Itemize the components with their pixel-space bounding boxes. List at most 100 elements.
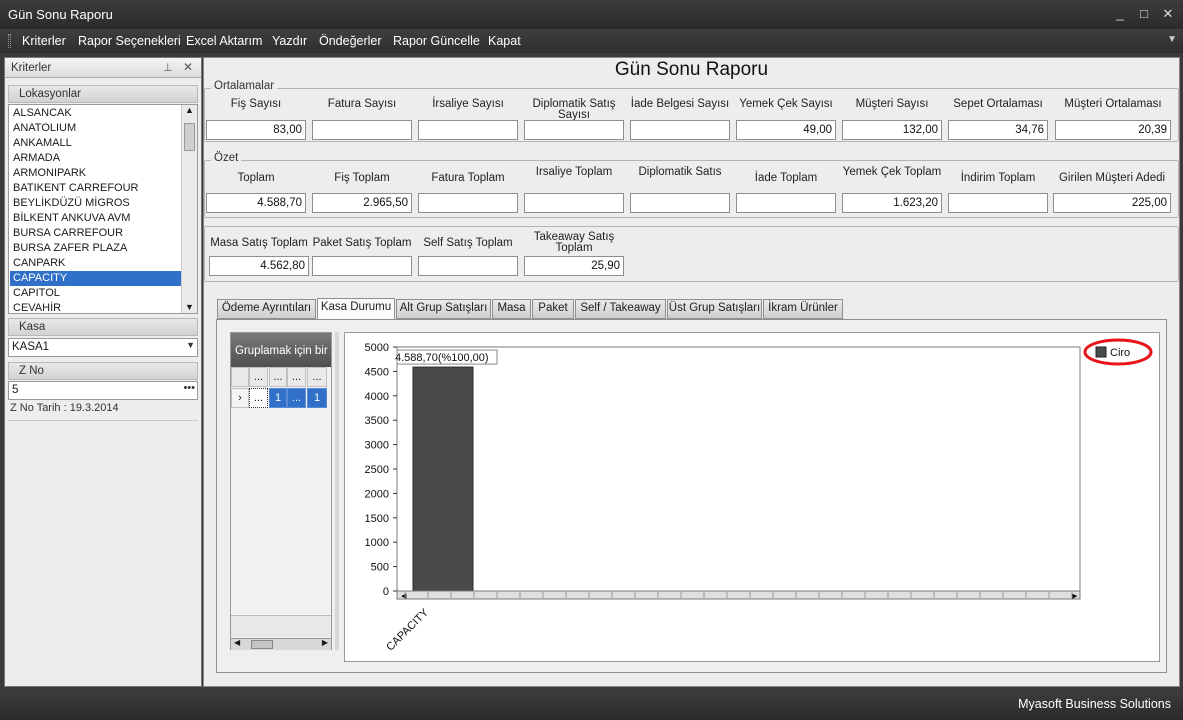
- scroll-left-icon[interactable]: ◀: [234, 638, 240, 647]
- location-item[interactable]: ALSANCAK: [11, 106, 183, 121]
- ellipsis-button[interactable]: •••: [183, 382, 195, 394]
- field-value-box[interactable]: [418, 193, 518, 213]
- location-item[interactable]: BEYLİKDÜZÜ MİGROS: [11, 196, 183, 211]
- chevron-down-icon[interactable]: ▼: [1167, 34, 1177, 45]
- field-value-box[interactable]: [312, 120, 412, 140]
- scroll-thumb[interactable]: [184, 123, 195, 151]
- tab-0[interactable]: Ödeme Ayrıntıları: [217, 299, 316, 319]
- locations-scrollbar[interactable]: ▲ ▼: [181, 105, 197, 313]
- tab-content-kasa-durumu: Gruplamak için bir s ............ ›... 1.…: [216, 319, 1167, 673]
- zno-field[interactable]: 5 •••: [8, 381, 198, 400]
- plot-area: [396, 346, 1081, 592]
- field-value-box[interactable]: 20,39: [1055, 120, 1171, 140]
- grid-cell[interactable]: 1: [307, 388, 327, 408]
- menu-item-2[interactable]: Excel Aktarım: [186, 34, 262, 48]
- location-item[interactable]: CEVAHİR: [11, 301, 183, 313]
- location-item[interactable]: CAPACITY: [10, 271, 185, 286]
- location-item[interactable]: ANKAMALL: [11, 136, 183, 151]
- grid-hscrollbar[interactable]: ◀ ▶: [231, 638, 331, 650]
- field-value-box[interactable]: 2.965,50: [312, 193, 412, 213]
- field-value-box[interactable]: 4.562,80: [209, 256, 309, 276]
- location-item[interactable]: ARMADA: [11, 151, 183, 166]
- field-value-box[interactable]: 25,90: [524, 256, 624, 276]
- data-grid[interactable]: Gruplamak için bir s ............ ›... 1.…: [230, 332, 332, 650]
- scroll-right-icon[interactable]: ▶: [322, 638, 328, 647]
- menu-item-1[interactable]: Rapor Seçenekleri: [78, 34, 181, 48]
- menu-item-5[interactable]: Rapor Güncelle: [393, 34, 480, 48]
- grid-cell[interactable]: ...: [249, 388, 268, 408]
- grid-column-header[interactable]: ...: [269, 367, 287, 387]
- tab-1[interactable]: Kasa Durumu: [317, 298, 395, 320]
- location-item[interactable]: CAPITOL: [11, 286, 183, 301]
- field-label: Self Satış Toplam: [423, 237, 513, 249]
- close-button[interactable]: ✕: [1159, 6, 1177, 22]
- field-label: Toplam: [237, 172, 275, 184]
- field-value-box[interactable]: 1.623,20: [842, 193, 942, 213]
- field-value-box[interactable]: 225,00: [1053, 193, 1171, 213]
- field-value-box[interactable]: 4.588,70: [206, 193, 306, 213]
- scroll-up-icon[interactable]: ▲: [185, 105, 194, 115]
- scroll-down-icon[interactable]: ▼: [185, 302, 194, 312]
- grid-cell[interactable]: ...: [287, 388, 306, 408]
- field-value-box[interactable]: 34,76: [948, 120, 1048, 140]
- field-value-box[interactable]: 132,00: [842, 120, 942, 140]
- grid-scroll-thumb[interactable]: [251, 640, 273, 649]
- field-value-box[interactable]: 83,00: [206, 120, 306, 140]
- bar-data-label: 4.588,70(%100,00): [395, 352, 489, 364]
- ortalamalar-group: Ortalamalar Fiş Sayısı 83,00 Fatura Sayısı…: [204, 80, 1179, 142]
- tab-2[interactable]: Alt Grup Satışları: [396, 299, 491, 319]
- tab-5[interactable]: Self / Takeaway: [575, 299, 666, 319]
- field-value-box[interactable]: [630, 193, 730, 213]
- menu-item-4[interactable]: Öndeğerler: [319, 34, 382, 48]
- status-text: Myasoft Business Solutions: [1018, 697, 1171, 711]
- menu-item-0[interactable]: Kriterler: [22, 34, 66, 48]
- location-item[interactable]: ARMONIPARK: [11, 166, 183, 181]
- field-label: İade Belgesi Sayısı: [630, 98, 730, 110]
- grid-column-header[interactable]: ...: [307, 367, 327, 387]
- grid-column-header[interactable]: ...: [249, 367, 268, 387]
- grid-column-header[interactable]: ...: [287, 367, 306, 387]
- tab-3[interactable]: Masa: [492, 299, 531, 319]
- criteria-panel-header: Kriterler ⊥ ✕: [5, 58, 201, 78]
- group-by-panel[interactable]: Gruplamak için bir s: [231, 333, 331, 367]
- location-item[interactable]: CANPARK: [11, 256, 183, 271]
- field-value-box[interactable]: [524, 193, 624, 213]
- kasa-header: Kasa: [8, 318, 198, 336]
- location-item[interactable]: BURSA ZAFER PLAZA: [11, 241, 183, 256]
- chevron-down-icon[interactable]: ▼: [186, 340, 195, 350]
- kasa-select-value: KASA1: [12, 341, 50, 353]
- field-value-box[interactable]: [948, 193, 1048, 213]
- field-value-box[interactable]: [524, 120, 624, 140]
- tab-7[interactable]: İkram Ürünler: [763, 299, 843, 319]
- menu-grip[interactable]: [8, 34, 11, 48]
- grid-cell[interactable]: 1: [269, 388, 287, 408]
- restore-button[interactable]: □: [1135, 6, 1153, 22]
- location-item[interactable]: BİLKENT ANKUVA AVM: [11, 211, 183, 226]
- y-tick-label: 1000: [365, 537, 389, 549]
- field-value-box[interactable]: [312, 256, 412, 276]
- locations-list[interactable]: ALSANCAK ANATOLIUM ANKAMALL ARMADA ARMONIPAR…: [8, 104, 198, 314]
- field-label: Yemek Çek Sayısı: [739, 98, 833, 110]
- close-icon[interactable]: ✕: [183, 60, 193, 74]
- y-tick-label: 1500: [365, 513, 389, 525]
- field-label: Fatura Toplam: [431, 172, 505, 184]
- legend-label: Ciro: [1110, 347, 1130, 359]
- y-tick-label: 3000: [365, 440, 389, 452]
- tab-4[interactable]: Paket: [532, 299, 574, 319]
- field-value-box[interactable]: [418, 120, 518, 140]
- field-value-box[interactable]: [736, 193, 836, 213]
- kasa-select[interactable]: KASA1 ▼: [8, 338, 198, 357]
- field-value-box[interactable]: 49,00: [736, 120, 836, 140]
- menu-item-6[interactable]: Kapat: [488, 34, 521, 48]
- location-item[interactable]: ANATOLIUM: [11, 121, 183, 136]
- field-value-box[interactable]: [630, 120, 730, 140]
- location-item[interactable]: BURSA CARREFOUR: [11, 226, 183, 241]
- pane-splitter[interactable]: [335, 332, 339, 650]
- minimize-button[interactable]: _: [1111, 6, 1129, 22]
- pin-icon[interactable]: ⊥: [163, 61, 173, 74]
- tab-6[interactable]: Üst Grup Satışları: [667, 299, 762, 319]
- location-item[interactable]: BATIKENT CARREFOUR: [11, 181, 183, 196]
- menu-item-3[interactable]: Yazdır: [272, 34, 307, 48]
- scroll-right-icon: ▶: [1072, 593, 1078, 600]
- field-value-box[interactable]: [418, 256, 518, 276]
